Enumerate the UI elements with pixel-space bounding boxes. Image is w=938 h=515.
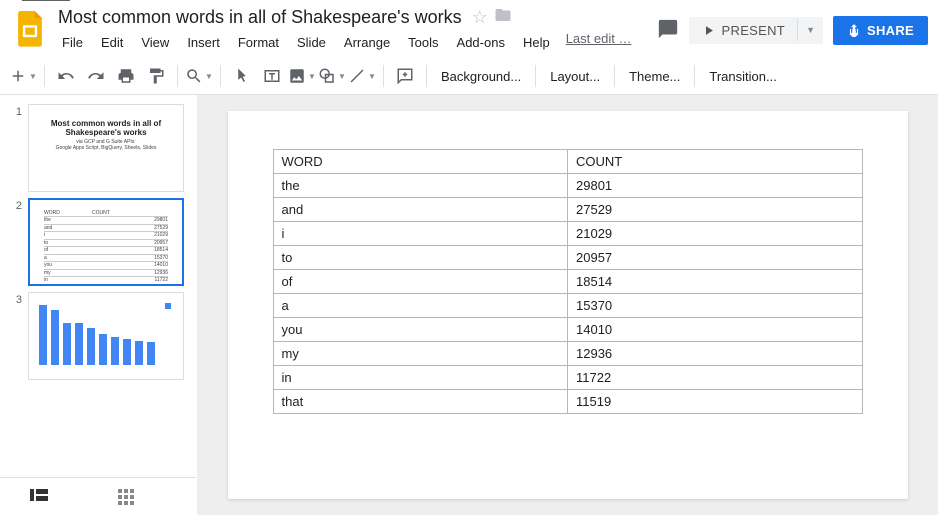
table-row: that11519 (273, 390, 862, 414)
table-cell-word: of (273, 270, 568, 294)
zoom-button[interactable]: ▼ (184, 62, 214, 90)
menu-help[interactable]: Help (515, 31, 558, 54)
table-header-word: WORD (273, 150, 568, 174)
table-cell-word: a (273, 294, 568, 318)
slide-number: 2 (4, 198, 22, 212)
layout-menu[interactable]: Layout... (542, 65, 608, 88)
table-cell-count: 14010 (568, 318, 863, 342)
textbox-tool[interactable] (257, 62, 287, 90)
table-row: the29801 (273, 174, 862, 198)
menu-arrange[interactable]: Arrange (336, 31, 398, 54)
slide-thumbnail-2[interactable]: WORDCOUNTthe29801and27529i21029to20957of… (28, 198, 184, 286)
table-cell-word: in (273, 366, 568, 390)
table-header-count: COUNT (568, 150, 863, 174)
canvas-area[interactable]: WORDCOUNT the29801and27529i21029to20957o… (197, 95, 938, 515)
slide-number: 1 (4, 104, 22, 118)
last-edit-link[interactable]: Last edit … (566, 31, 632, 54)
menu-format[interactable]: Format (230, 31, 287, 54)
slide-thumbnail-1[interactable]: Most common words in all of Shakespeare'… (28, 104, 184, 192)
undo-button[interactable] (51, 62, 81, 90)
present-dropdown[interactable]: ▼ (797, 19, 823, 41)
menu-bar: File Edit View Insert Format Slide Arran… (54, 31, 647, 54)
table-cell-word: the (273, 174, 568, 198)
redo-button[interactable] (81, 62, 111, 90)
comment-tool[interactable] (390, 62, 420, 90)
menu-slide[interactable]: Slide (289, 31, 334, 54)
table-cell-count: 12936 (568, 342, 863, 366)
filmstrip-view-icon[interactable] (30, 489, 48, 504)
thumb-title: Most common words in all of Shakespeare'… (29, 105, 183, 139)
grid-view-icon[interactable] (118, 489, 134, 505)
table-cell-count: 15370 (568, 294, 863, 318)
slide-panel: 1 Most common words in all of Shakespear… (0, 95, 197, 515)
background-menu[interactable]: Background... (433, 65, 529, 88)
panel-footer (0, 477, 196, 515)
slide-thumbnail-3[interactable] (28, 292, 184, 380)
menu-edit[interactable]: Edit (93, 31, 131, 54)
table-row: a15370 (273, 294, 862, 318)
table-row: you14010 (273, 318, 862, 342)
table-cell-count: 21029 (568, 222, 863, 246)
comments-icon[interactable] (657, 18, 679, 43)
present-button-group: PRESENT ▼ (689, 17, 823, 44)
new-slide-button[interactable]: ▼ (8, 62, 38, 90)
table-cell-count: 20957 (568, 246, 863, 270)
star-icon[interactable]: ☆ (472, 7, 488, 28)
table-cell-word: and (273, 198, 568, 222)
table-cell-count: 27529 (568, 198, 863, 222)
thumb-subtitle: Google Apps Script, BigQuery, Sheets, Sl… (29, 145, 183, 151)
share-button[interactable]: SHARE (833, 16, 928, 45)
table-row: i21029 (273, 222, 862, 246)
table-cell-count: 18514 (568, 270, 863, 294)
table-cell-word: you (273, 318, 568, 342)
table-cell-count: 29801 (568, 174, 863, 198)
paint-format-button[interactable] (141, 62, 171, 90)
print-button[interactable] (111, 62, 141, 90)
slides-logo[interactable] (10, 10, 50, 50)
table-cell-word: that (273, 390, 568, 414)
table-row: to20957 (273, 246, 862, 270)
table-cell-word: i (273, 222, 568, 246)
line-tool[interactable]: ▼ (347, 62, 377, 90)
image-tool[interactable]: ▼ (287, 62, 317, 90)
data-table: WORDCOUNT the29801and27529i21029to20957o… (273, 149, 863, 414)
table-row: my12936 (273, 342, 862, 366)
present-button[interactable]: PRESENT (689, 17, 798, 44)
menu-file[interactable]: File (54, 31, 91, 54)
transition-menu[interactable]: Transition... (701, 65, 784, 88)
shape-tool[interactable]: ▼ (317, 62, 347, 90)
table-row: in11722 (273, 366, 862, 390)
theme-menu[interactable]: Theme... (621, 65, 688, 88)
menu-insert[interactable]: Insert (179, 31, 228, 54)
folder-icon[interactable] (494, 6, 512, 29)
share-label: SHARE (867, 23, 914, 38)
table-row: and27529 (273, 198, 862, 222)
table-row: of18514 (273, 270, 862, 294)
menu-view[interactable]: View (133, 31, 177, 54)
app-header: Most common words in all of Shakespeare'… (0, 0, 938, 54)
menu-tools[interactable]: Tools (400, 31, 446, 54)
present-label: PRESENT (722, 23, 786, 38)
menu-addons[interactable]: Add-ons (449, 31, 513, 54)
select-tool[interactable] (227, 62, 257, 90)
document-title[interactable]: Most common words in all of Shakespeare'… (54, 6, 466, 29)
table-cell-word: my (273, 342, 568, 366)
table-cell-word: to (273, 246, 568, 270)
toolbar: ▼ ▼ ▼ ▼ ▼ Background... Layout... Theme.… (0, 58, 938, 95)
table-cell-count: 11519 (568, 390, 863, 414)
table-cell-count: 11722 (568, 366, 863, 390)
slide-canvas[interactable]: WORDCOUNT the29801and27529i21029to20957o… (228, 111, 908, 499)
slide-number: 3 (4, 292, 22, 306)
